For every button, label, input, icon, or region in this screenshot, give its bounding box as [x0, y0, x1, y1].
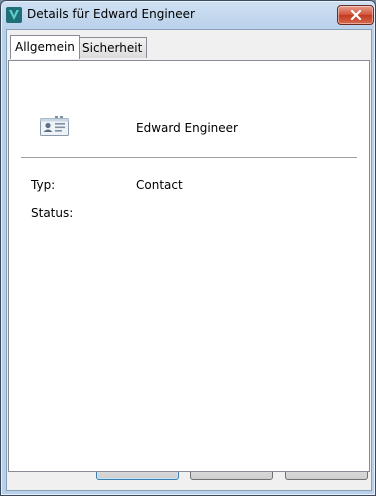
- close-button[interactable]: [337, 5, 374, 25]
- tab-general[interactable]: Allgemein: [10, 35, 80, 59]
- tab-security-label: Sicherheit: [82, 41, 143, 55]
- close-icon: [350, 10, 361, 20]
- app-icon: [6, 7, 22, 23]
- divider: [21, 157, 357, 158]
- status-label: Status:: [31, 206, 74, 220]
- tab-security[interactable]: Sicherheit: [77, 37, 148, 58]
- type-value: Contact: [136, 178, 183, 192]
- contact-card-icon: [40, 116, 69, 136]
- dialog-body: Allgemein Sicherheit Edward Engineer Typ…: [6, 29, 372, 491]
- window-title: Details für Edward Engineer: [27, 7, 195, 21]
- type-label: Typ:: [31, 178, 56, 192]
- title-bar[interactable]: Details für Edward Engineer: [1, 1, 375, 29]
- general-tab-panel: Edward Engineer Typ: Contact Status:: [8, 60, 370, 472]
- tab-general-label: Allgemein: [15, 40, 75, 54]
- contact-name: Edward Engineer: [136, 121, 238, 135]
- dialog-window: Details für Edward Engineer Allgemein Si…: [0, 0, 376, 496]
